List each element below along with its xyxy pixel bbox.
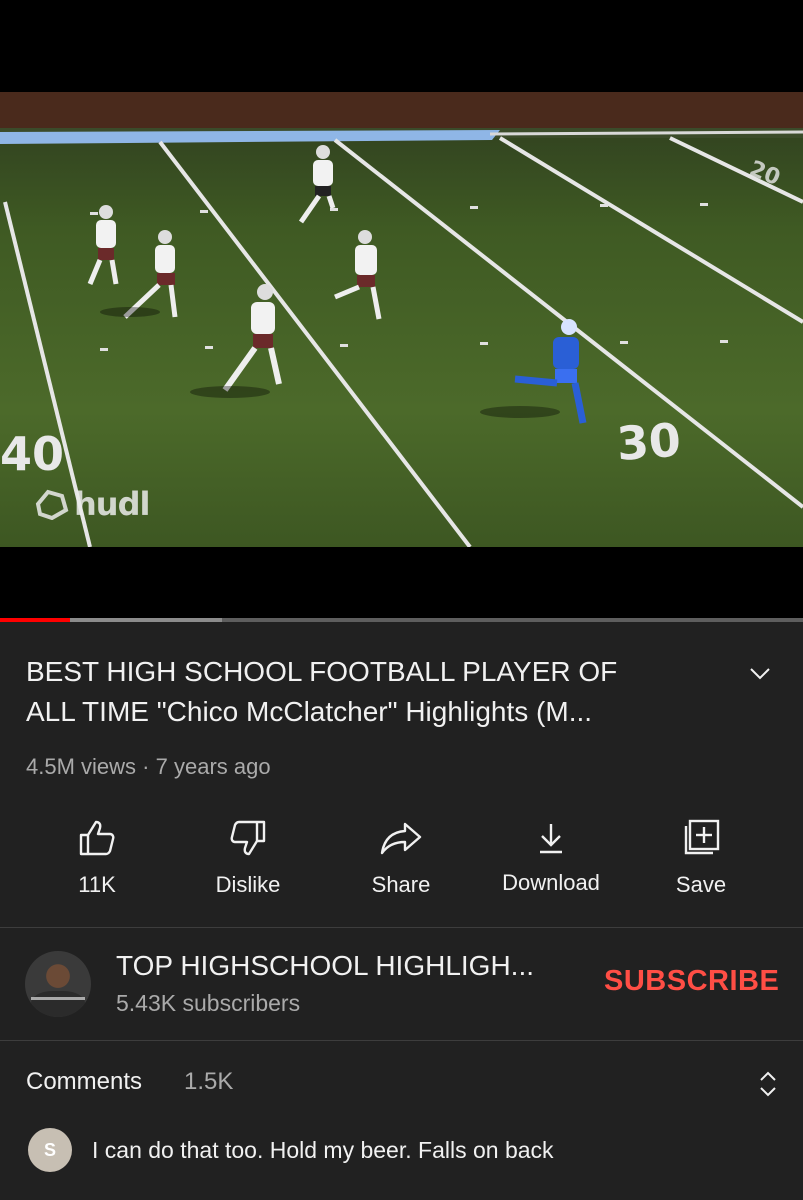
- action-bar: 11K Dislike Share Download Save: [0, 812, 803, 912]
- commenter-avatar[interactable]: S: [28, 1128, 72, 1172]
- field-number-40: 40: [0, 427, 64, 481]
- upload-age: 7 years ago: [155, 754, 271, 779]
- channel-name[interactable]: TOP HIGHSCHOOL HIGHLIGH...: [116, 950, 586, 982]
- channel-avatar[interactable]: [25, 951, 91, 1017]
- add-to-playlist-icon: [684, 819, 720, 855]
- like-button[interactable]: 11K: [32, 812, 162, 898]
- expand-description-button[interactable]: [740, 656, 780, 692]
- like-count: 11K: [78, 872, 116, 897]
- chevron-down-icon: [750, 668, 770, 680]
- thumbs-down-icon: [230, 820, 266, 856]
- football-field-image: 40 30 20: [0, 92, 803, 547]
- share-arrow-icon: [380, 822, 422, 855]
- meta-separator: ·: [142, 754, 150, 779]
- dislike-label: Dislike: [215, 872, 281, 897]
- video-progress-bar[interactable]: [0, 618, 803, 622]
- download-label: Download: [502, 870, 600, 895]
- unfold-chevrons-icon: [760, 1071, 776, 1097]
- subscriber-count: 5.43K subscribers: [116, 990, 301, 1016]
- progress-played: [0, 618, 70, 622]
- comment-text: I can do that too. Hold my beer. Falls o…: [92, 1137, 554, 1163]
- download-icon: [540, 824, 562, 854]
- dislike-button[interactable]: Dislike: [183, 812, 313, 898]
- video-meta: 4.5M views · 7 years ago: [26, 754, 271, 780]
- save-button[interactable]: Save: [636, 812, 766, 898]
- avatar-silhouette: [31, 991, 85, 1017]
- avatar-caption-strip: [31, 997, 85, 1000]
- download-button[interactable]: Download: [486, 812, 616, 896]
- watermark-text: hudl: [74, 485, 150, 523]
- divider: [0, 927, 803, 928]
- comments-count: 1.5K: [184, 1068, 234, 1095]
- video-frame: 40 30 20: [0, 92, 803, 547]
- divider: [0, 1040, 803, 1041]
- hudl-logo-icon: [35, 489, 69, 520]
- video-title-line-1: BEST HIGH SCHOOL FOOTBALL PLAYER OF: [26, 656, 618, 687]
- field-number-30: 30: [615, 413, 683, 471]
- comments-expand-button[interactable]: [750, 1066, 786, 1102]
- defender-players: [87, 145, 382, 392]
- video-title-line-2: ALL TIME "Chico McClatcher" Highlights (…: [26, 696, 593, 727]
- save-label: Save: [675, 872, 727, 897]
- hudl-watermark: hudl: [34, 485, 150, 523]
- field-number-20: 20: [746, 156, 784, 191]
- share-button[interactable]: Share: [336, 812, 466, 898]
- video-title[interactable]: BEST HIGH SCHOOL FOOTBALL PLAYER OF ALL …: [26, 652, 716, 732]
- thumbs-up-icon: [79, 820, 115, 856]
- share-label: Share: [371, 872, 431, 897]
- video-player[interactable]: 40 30 20 hudl: [0, 0, 803, 618]
- subscribe-button[interactable]: SUBSCRIBE: [604, 965, 779, 998]
- view-count: 4.5M views: [26, 754, 137, 779]
- comments-heading[interactable]: Comments: [26, 1068, 142, 1096]
